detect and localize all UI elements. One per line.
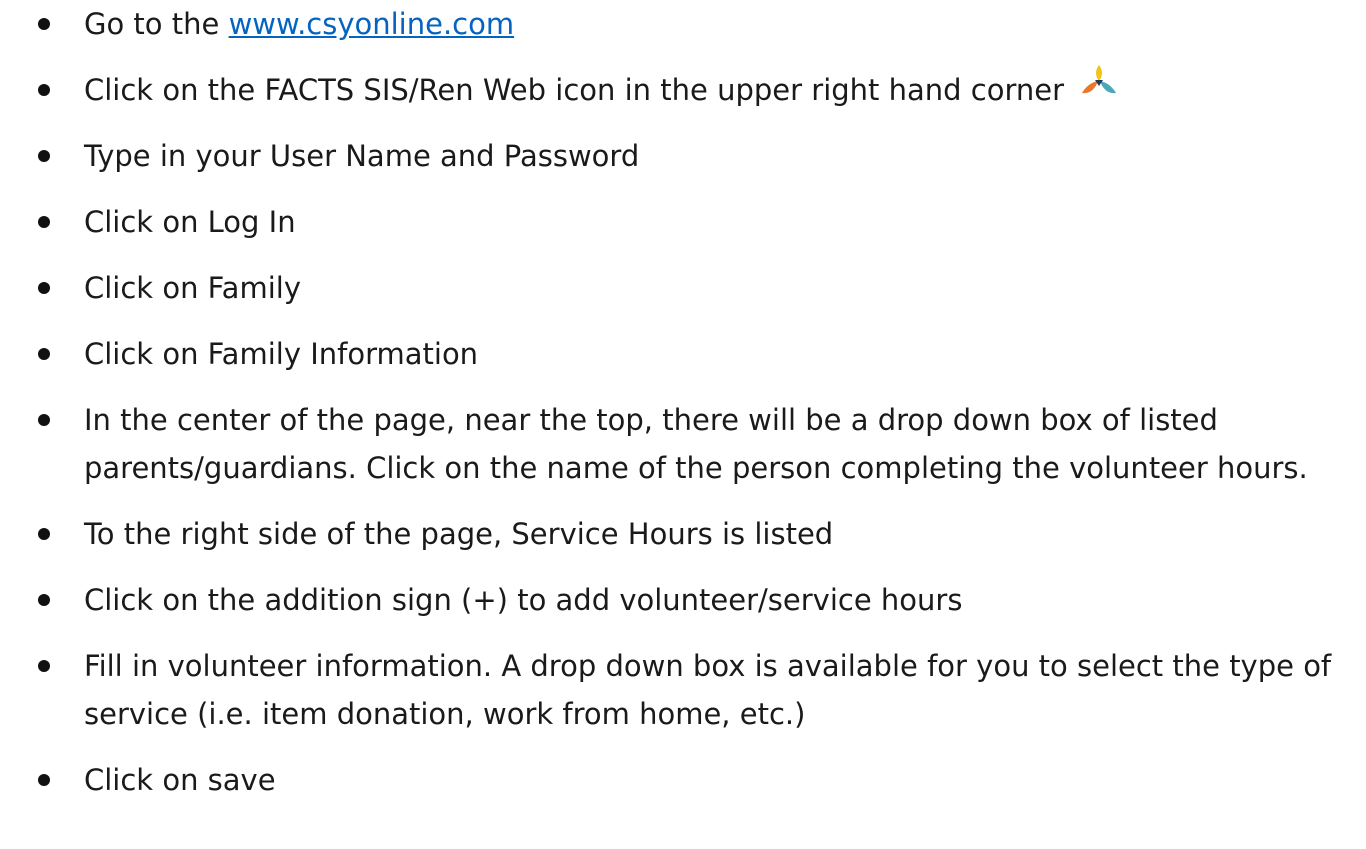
step-text: Click on Family xyxy=(84,271,301,305)
list-item: In the center of the page, near the top,… xyxy=(34,396,1354,492)
list-item: Click on save xyxy=(34,756,1354,804)
step-text: Click on the FACTS SIS/Ren Web icon in t… xyxy=(84,73,1065,107)
list-item: Fill in volunteer information. A drop do… xyxy=(34,642,1354,738)
bullet-icon xyxy=(38,414,50,426)
list-item: Click on Family xyxy=(34,264,1354,312)
bullet-icon xyxy=(38,774,50,786)
bullet-icon xyxy=(38,216,50,228)
step-text: Fill in volunteer information. A drop do… xyxy=(84,649,1332,731)
bullet-icon xyxy=(38,594,50,606)
step-text: Type in your User Name and Password xyxy=(84,139,640,173)
step-text: To the right side of the page, Service H… xyxy=(84,517,834,551)
bullet-icon xyxy=(38,18,50,30)
step-text: Click on save xyxy=(84,763,276,797)
list-item: Go to the www.csyonline.com xyxy=(34,0,1354,48)
bullet-icon xyxy=(38,282,50,294)
bullet-icon xyxy=(38,150,50,162)
list-item: Type in your User Name and Password xyxy=(34,132,1354,180)
list-item: Click on Family Information xyxy=(34,330,1354,378)
step-text: Go to the xyxy=(84,7,229,41)
step-text: Click on the addition sign (+) to add vo… xyxy=(84,583,963,617)
list-item: To the right side of the page, Service H… xyxy=(34,510,1354,558)
list-item: Click on the addition sign (+) to add vo… xyxy=(34,576,1354,624)
bullet-icon xyxy=(38,84,50,96)
list-item: Click on Log In xyxy=(34,198,1354,246)
step-text: Click on Log In xyxy=(84,205,296,239)
step-text: In the center of the page, near the top,… xyxy=(84,403,1308,485)
csyonline-link[interactable]: www.csyonline.com xyxy=(229,7,515,41)
bullet-icon xyxy=(38,528,50,540)
facts-logo-icon xyxy=(1079,63,1119,111)
list-item: Click on the FACTS SIS/Ren Web icon in t… xyxy=(34,63,1354,114)
instruction-list: Go to the www.csyonline.com Click on the… xyxy=(34,0,1354,822)
step-text: Click on Family Information xyxy=(84,337,479,371)
bullet-icon xyxy=(38,348,50,360)
bullet-icon xyxy=(38,660,50,672)
